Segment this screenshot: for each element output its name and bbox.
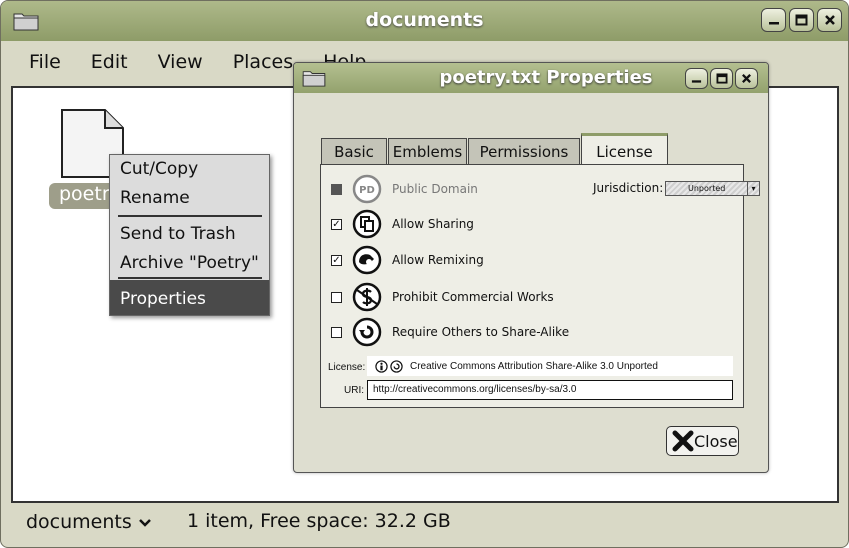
minimize-button[interactable] — [761, 8, 786, 32]
file-name-label[interactable]: poetry.txt — [49, 183, 117, 209]
noncommercial-icon — [352, 282, 382, 312]
minimize-icon — [768, 22, 779, 25]
window-title: documents — [365, 9, 484, 31]
jurisdiction-select[interactable]: Unported ▾ — [665, 181, 760, 196]
dialog-close-window-button[interactable] — [735, 68, 758, 89]
maximize-icon — [716, 73, 727, 84]
jurisdiction-label: Jurisdiction: — [593, 181, 664, 195]
ctx-rename[interactable]: Rename — [120, 188, 190, 208]
dialog-titlebar[interactable]: poetry.txt Properties — [294, 63, 768, 93]
window-titlebar[interactable]: documents — [1, 1, 848, 41]
menu-view[interactable]: View — [140, 47, 215, 79]
dialog-maximize-button[interactable] — [710, 68, 733, 89]
status-info: 1 item, Free space: 32.2 GB — [187, 510, 451, 532]
share-alike-icon — [352, 317, 382, 347]
path-label: documents — [26, 511, 132, 533]
minimize-icon — [691, 80, 702, 83]
option-allow-remixing: ✓ Allow Remixing — [331, 245, 484, 275]
dropdown-arrow-icon: ▾ — [747, 182, 759, 195]
allow-remixing-checkbox[interactable]: ✓ — [331, 254, 342, 266]
close-button-label: Close — [694, 431, 738, 451]
prohibit-commercial-label: Prohibit Commercial Works — [392, 290, 554, 304]
dialog-minimize-button[interactable] — [685, 68, 708, 89]
license-value: Creative Commons Attribution Share-Alike… — [410, 360, 658, 372]
attribution-icon — [375, 359, 388, 373]
properties-dialog: poetry.txt Properties Basic Emblems Perm… — [293, 62, 769, 473]
menu-places[interactable]: Places — [215, 47, 305, 79]
context-menu: Cut/Copy Rename Send to Trash Archive "P… — [109, 154, 270, 316]
close-icon — [742, 74, 751, 83]
allow-remixing-label: Allow Remixing — [392, 253, 484, 267]
chevron-down-icon — [138, 519, 151, 527]
prohibit-commercial-checkbox[interactable] — [331, 291, 342, 303]
share-icon — [352, 209, 382, 239]
tab-basic[interactable]: Basic — [321, 138, 387, 164]
tab-emblems[interactable]: Emblems — [388, 138, 467, 164]
share-alike-checkbox[interactable] — [331, 326, 342, 338]
option-allow-sharing: ✓ Allow Sharing — [331, 209, 474, 239]
ctx-properties[interactable]: Properties — [120, 289, 206, 309]
share-alike-label: Require Others to Share-Alike — [392, 325, 570, 339]
jurisdiction-value: Unported — [688, 184, 726, 193]
close-window-button[interactable] — [817, 8, 842, 32]
public-domain-label: Public Domain — [392, 182, 478, 196]
share-alike-small-icon — [390, 359, 403, 373]
license-value-box: Creative Commons Attribution Share-Alike… — [367, 356, 733, 376]
maximize-icon — [795, 14, 808, 26]
uri-field[interactable]: http://creativecommons.org/licenses/by-s… — [367, 380, 733, 400]
ctx-cut-copy[interactable]: Cut/Copy — [120, 159, 198, 179]
close-icon — [824, 15, 835, 25]
allow-sharing-label: Allow Sharing — [392, 217, 474, 231]
public-domain-checkbox[interactable] — [331, 183, 342, 195]
ctx-separator — [118, 215, 262, 217]
option-public-domain: PD Public Domain — [331, 174, 478, 204]
menu-edit[interactable]: Edit — [73, 47, 140, 79]
ctx-archive[interactable]: Archive "Poetry" — [120, 253, 259, 273]
close-icon — [672, 430, 694, 452]
path-dropdown[interactable]: documents — [26, 511, 152, 533]
menu-file[interactable]: File — [1, 47, 73, 79]
option-share-alike: Require Others to Share-Alike — [331, 317, 569, 347]
close-button[interactable]: Close — [666, 426, 739, 456]
svg-text:PD: PD — [359, 185, 375, 196]
uri-label: URI: — [344, 385, 364, 396]
license-label: License: — [328, 362, 366, 373]
allow-sharing-checkbox[interactable]: ✓ — [331, 218, 342, 230]
remix-icon — [352, 245, 382, 275]
ctx-separator — [118, 277, 262, 279]
tab-license[interactable]: License — [581, 133, 668, 165]
tab-permissions[interactable]: Permissions — [468, 138, 580, 164]
option-prohibit-commercial: Prohibit Commercial Works — [331, 282, 554, 312]
ctx-send-to-trash[interactable]: Send to Trash — [120, 224, 236, 244]
public-domain-icon: PD — [352, 174, 382, 204]
maximize-button[interactable] — [789, 8, 814, 32]
